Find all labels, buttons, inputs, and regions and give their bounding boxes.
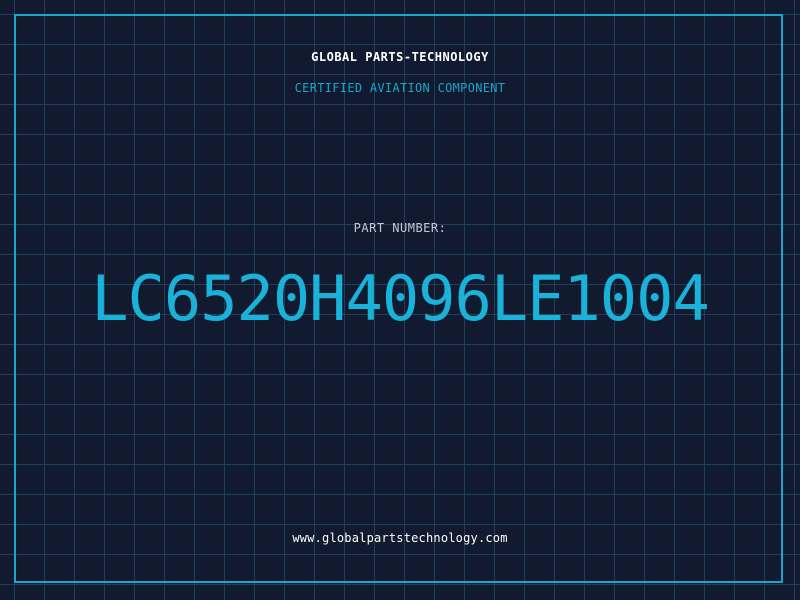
certification-tagline: CERTIFIED AVIATION COMPONENT: [294, 81, 506, 95]
part-number-label: PART NUMBER:: [353, 221, 447, 235]
part-number-value: LC6520H4096LE1004: [91, 262, 710, 335]
brand-name: GLOBAL PARTS-TECHNOLOGY: [311, 50, 489, 64]
website-url: www.globalpartstechnology.com: [292, 531, 508, 545]
